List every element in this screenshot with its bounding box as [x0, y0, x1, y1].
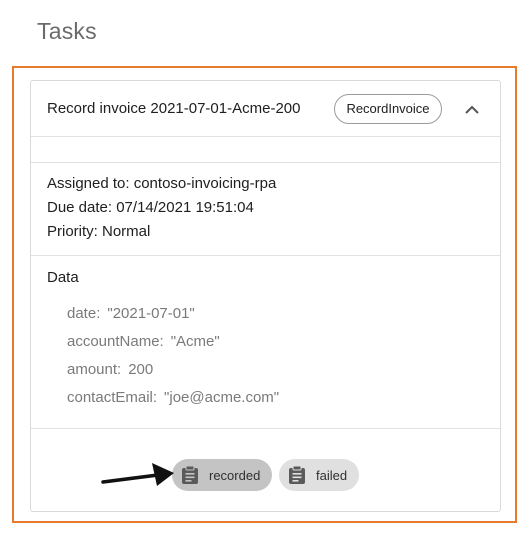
tag-label: failed [316, 467, 348, 483]
data-row: date: "2021-07-01" [67, 305, 195, 322]
chevron-up-icon [465, 105, 479, 114]
data-row: amount: 200 [67, 361, 153, 378]
empty-row [31, 137, 500, 163]
data-row: contactEmail: "joe@acme.com" [67, 389, 279, 406]
clipboard-icon [285, 463, 309, 487]
task-type-chip[interactable]: RecordInvoice [334, 94, 442, 124]
task-name: Record invoice 2021-07-01-Acme-200 [47, 100, 301, 117]
data-key: date: [67, 305, 101, 322]
data-row: accountName: "Acme" [67, 333, 220, 350]
data-key: accountName: [67, 333, 164, 350]
tag-label: recorded [209, 467, 261, 483]
data-value: "2021-07-01" [107, 305, 195, 322]
task-meta: Assigned to: contoso-invoicing-rpa Due d… [31, 163, 500, 256]
data-value: 200 [128, 361, 154, 378]
page-title: Tasks [37, 18, 97, 44]
due-date: Due date: 07/14/2021 19:51:04 [47, 199, 254, 216]
clipboard-icon [178, 463, 202, 487]
data-heading: Data [47, 269, 79, 286]
data-key: contactEmail: [67, 389, 158, 406]
collapse-button[interactable] [461, 98, 483, 120]
task-card-header[interactable]: Record invoice 2021-07-01-Acme-200 Recor… [31, 81, 500, 137]
data-value: "joe@acme.com" [164, 389, 280, 406]
data-key: amount: [67, 361, 122, 378]
task-card: Record invoice 2021-07-01-Acme-200 Recor… [30, 80, 501, 512]
task-data: Data date: "2021-07-01" accountName: "Acme… [31, 256, 500, 429]
tag-recorded-button[interactable]: recorded [172, 459, 272, 491]
arrow-right-icon [101, 463, 174, 486]
data-value: "Acme" [170, 333, 220, 350]
tag-failed-button[interactable]: failed [279, 459, 359, 491]
priority: Priority: Normal [47, 223, 151, 240]
assigned-to: Assigned to: contoso-invoicing-rpa [47, 175, 277, 192]
